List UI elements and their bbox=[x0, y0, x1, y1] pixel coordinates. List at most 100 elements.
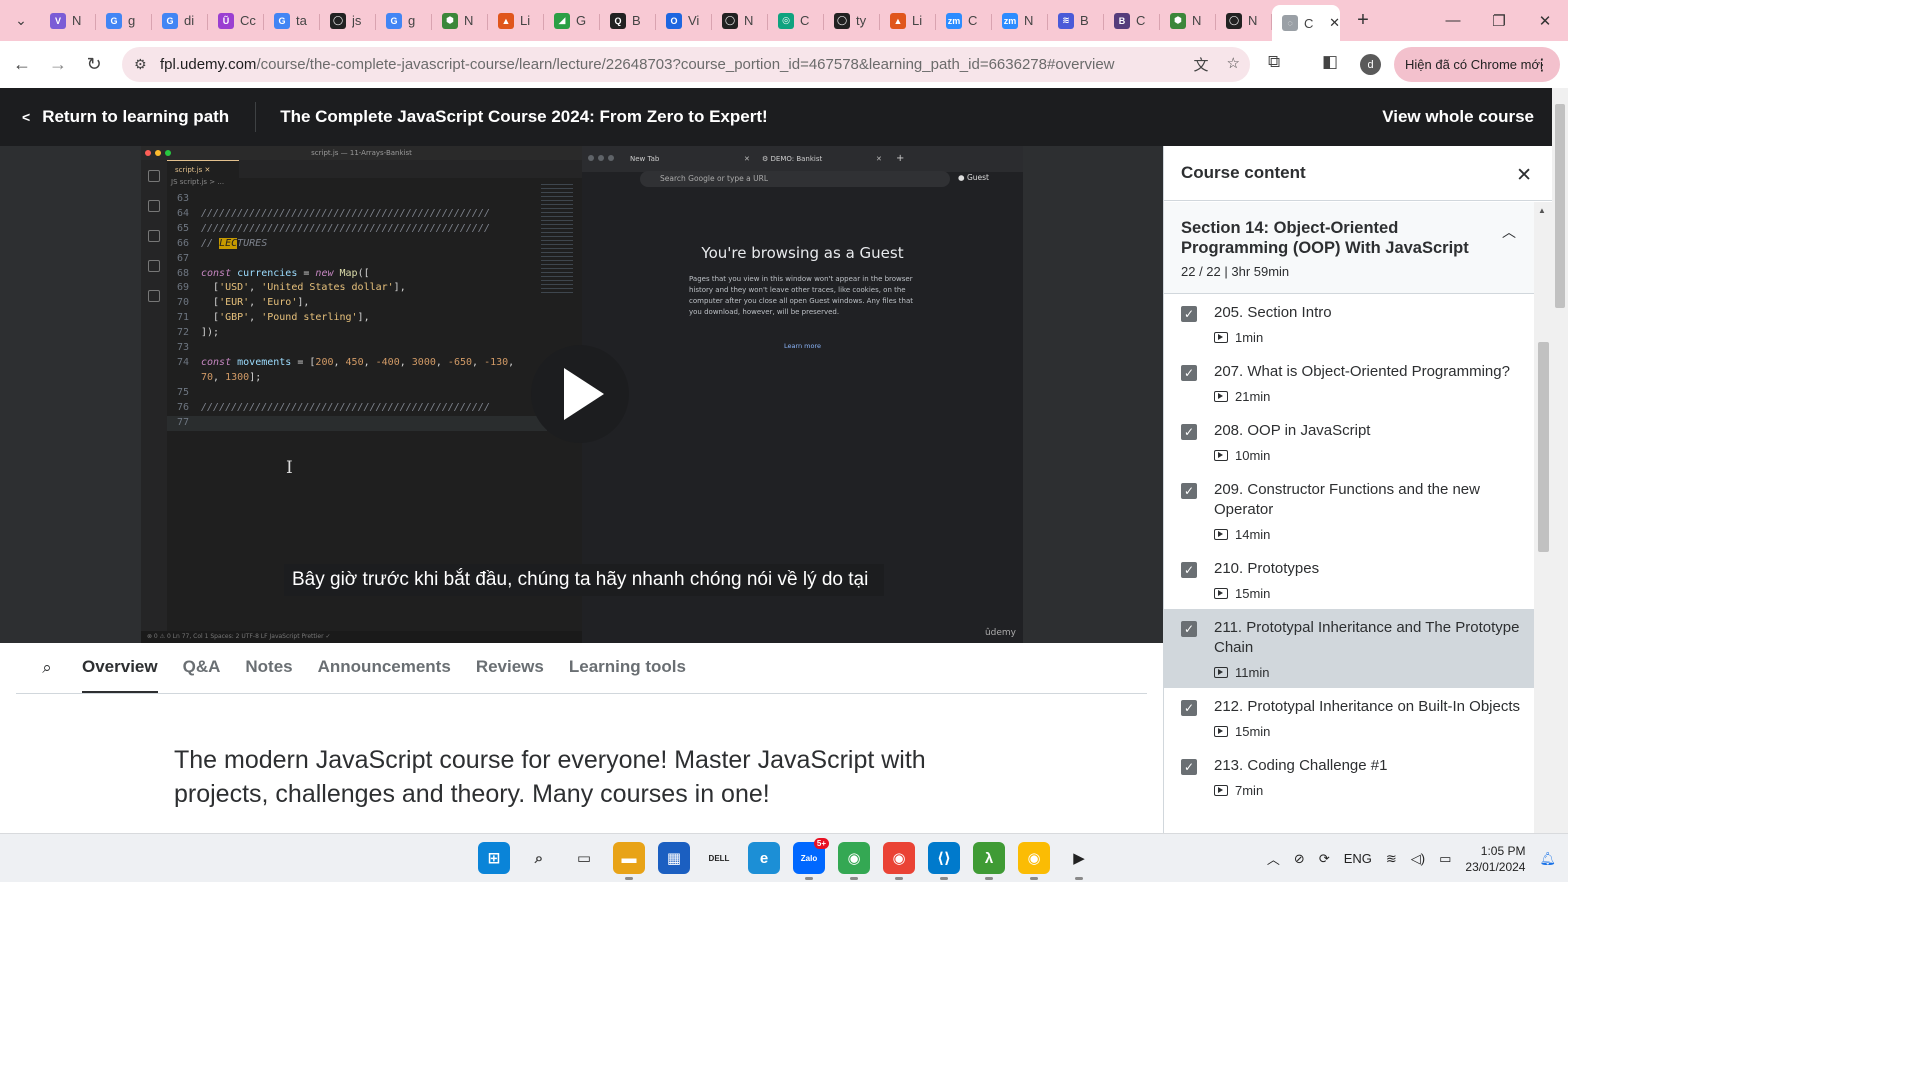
completed-checkbox[interactable]: ✓ bbox=[1181, 306, 1197, 322]
tab-announcements[interactable]: Announcements bbox=[318, 643, 451, 693]
browser-tab[interactable]: Gdi bbox=[152, 5, 208, 37]
section-header[interactable]: Section 14: Object-Oriented Programming … bbox=[1164, 202, 1534, 294]
chrome-profile-2-icon[interactable]: ◉ bbox=[883, 842, 915, 880]
lecture-item[interactable]: ✓ 212. Prototypal Inheritance on Built-In… bbox=[1164, 688, 1534, 747]
browser-tab[interactable]: ◯ N bbox=[1216, 5, 1272, 37]
active-tab[interactable]: ◌ C ✕ bbox=[1272, 5, 1340, 41]
search-icon[interactable]: ⌕ bbox=[523, 842, 555, 874]
reload-icon[interactable]: ↻ bbox=[76, 54, 112, 75]
browser-tab[interactable]: zm C bbox=[936, 5, 992, 37]
back-arrow-icon[interactable]: ← bbox=[4, 54, 40, 75]
play-button[interactable] bbox=[531, 345, 629, 443]
tab-learning-tools[interactable]: Learning tools bbox=[569, 643, 686, 693]
sidebar-scroll-thumb[interactable] bbox=[1538, 342, 1549, 552]
search-icon[interactable]: ⌕ bbox=[16, 643, 78, 693]
bookmark-star-icon[interactable]: ☆ bbox=[1227, 54, 1240, 75]
media-player-icon[interactable]: ▶ bbox=[1063, 842, 1095, 880]
forward-arrow-icon[interactable]: → bbox=[40, 54, 76, 75]
clock[interactable]: 1:05 PM 23/01/2024 bbox=[1465, 843, 1525, 875]
browser-tab[interactable]: ⬢ N bbox=[432, 5, 488, 37]
video-player[interactable]: script.js — 11-Arrays-Bankist script.js … bbox=[0, 146, 1163, 643]
minimize-button[interactable]: — bbox=[1430, 0, 1476, 41]
browser-tab[interactable]: ◯ js bbox=[320, 5, 376, 37]
translate-icon[interactable]: 文 bbox=[1194, 54, 1209, 75]
browser-tab[interactable]: Gg bbox=[376, 5, 432, 37]
chrome-update-button[interactable]: Hiện đã có Chrome mới ⋮ bbox=[1394, 47, 1560, 82]
close-sidebar-icon[interactable]: ✕ bbox=[1516, 164, 1532, 187]
side-panel-icon[interactable]: ◧ bbox=[1322, 52, 1338, 72]
app-green-icon[interactable]: λ bbox=[973, 842, 1005, 880]
completed-checkbox[interactable]: ✓ bbox=[1181, 621, 1197, 637]
browser-tab[interactable]: ⬢ N bbox=[1160, 5, 1216, 37]
lecture-item[interactable]: ✓ 210. Prototypes 15min bbox=[1164, 550, 1534, 609]
browser-tab[interactable]: ≋ B bbox=[1048, 5, 1104, 37]
task-view-icon[interactable]: ▭ bbox=[568, 842, 600, 874]
return-to-learning-path-link[interactable]: < Return to learning path bbox=[22, 107, 229, 127]
lecture-item[interactable]: ✓ 211. Prototypal Inheritance and The Pro… bbox=[1164, 609, 1534, 688]
site-info-icon[interactable]: ⚙ bbox=[134, 56, 156, 73]
language-indicator[interactable]: ENG bbox=[1344, 851, 1372, 866]
browser-tab[interactable]: ◯ N bbox=[712, 5, 768, 37]
browser-tab[interactable]: ◢ G bbox=[544, 5, 600, 37]
lecture-item[interactable]: ✓ 207. What is Object-Oriented Programmin… bbox=[1164, 353, 1534, 412]
chrome-profile-1-icon[interactable]: ◉ bbox=[838, 842, 870, 880]
browser-tab[interactable]: QB bbox=[600, 5, 656, 37]
guest-tab-close-icon: ✕ bbox=[744, 155, 750, 163]
browser-tab[interactable]: ▲ Li bbox=[488, 5, 544, 37]
completed-checkbox[interactable]: ✓ bbox=[1181, 700, 1197, 716]
network-warning-icon[interactable]: ⊘ bbox=[1294, 851, 1305, 867]
completed-checkbox[interactable]: ✓ bbox=[1181, 759, 1197, 775]
browser-tab[interactable]: ◎ C bbox=[768, 5, 824, 37]
extensions-puzzle-icon[interactable]: ⧉ bbox=[1268, 52, 1280, 72]
scroll-up-arrow-icon[interactable]: ▲ bbox=[1538, 206, 1546, 215]
edge-icon[interactable]: e bbox=[748, 842, 780, 874]
lecture-item[interactable]: ✓ 209. Constructor Functions and the new … bbox=[1164, 471, 1534, 550]
sidebar-scrollbar[interactable]: ▲ bbox=[1534, 202, 1552, 833]
page-scrollbar[interactable] bbox=[1552, 88, 1568, 833]
tab-search-chevron-icon[interactable]: ⌄ bbox=[6, 6, 36, 36]
windows-start-icon[interactable]: ⊞ bbox=[478, 842, 510, 874]
maximize-button[interactable]: ❐ bbox=[1476, 0, 1522, 41]
tab-overview[interactable]: Overview bbox=[82, 643, 158, 693]
tab-reviews[interactable]: Reviews bbox=[476, 643, 544, 693]
browser-tab[interactable]: Gta bbox=[264, 5, 320, 37]
browser-tab[interactable]: ▲ Li bbox=[880, 5, 936, 37]
store-icon[interactable]: ▦ bbox=[658, 842, 690, 874]
wifi-icon[interactable]: ≋ bbox=[1386, 851, 1397, 867]
sync-icon[interactable]: ⟳ bbox=[1319, 851, 1330, 867]
tab-q-a[interactable]: Q&A bbox=[183, 643, 221, 693]
close-window-button[interactable]: ✕ bbox=[1522, 0, 1568, 41]
dell-icon[interactable]: DELL bbox=[703, 842, 735, 874]
lecture-item[interactable]: ✓ 213. Coding Challenge #1 7min bbox=[1164, 747, 1534, 806]
browser-tab[interactable]: VN bbox=[40, 5, 96, 37]
page-scroll-thumb[interactable] bbox=[1555, 104, 1565, 308]
vscode-icon[interactable]: ⟨⟩ bbox=[928, 842, 960, 880]
chrome-profile-3-icon[interactable]: ◉ bbox=[1018, 842, 1050, 880]
completed-checkbox[interactable]: ✓ bbox=[1181, 424, 1197, 440]
menu-dots-icon[interactable]: ⋮ bbox=[1534, 55, 1550, 75]
browser-tab[interactable]: O Vi bbox=[656, 5, 712, 37]
completed-checkbox[interactable]: ✓ bbox=[1181, 562, 1197, 578]
browser-tab[interactable]: ◯ ty bbox=[824, 5, 880, 37]
browser-tab[interactable]: BC bbox=[1104, 5, 1160, 37]
volume-icon[interactable]: ◁) bbox=[1411, 851, 1425, 867]
completed-checkbox[interactable]: ✓ bbox=[1181, 483, 1197, 499]
file-explorer-icon[interactable]: ▬ bbox=[613, 842, 645, 880]
new-tab-button[interactable]: + bbox=[1348, 9, 1378, 32]
notification-bell-icon[interactable]: 🔔︎ bbox=[1539, 851, 1556, 867]
tab-notes[interactable]: Notes bbox=[245, 643, 292, 693]
address-bar[interactable]: ⚙ fpl.udemy.com/course/the-complete-java… bbox=[122, 47, 1250, 82]
view-whole-course-link[interactable]: View whole course bbox=[1382, 107, 1534, 127]
zalo-icon[interactable]: Zalo 5+ bbox=[793, 838, 829, 880]
lecture-item[interactable]: ✓ 208. OOP in JavaScript 10min bbox=[1164, 412, 1534, 471]
browser-tab[interactable]: Ũ Cc bbox=[208, 5, 264, 37]
profile-avatar[interactable]: d bbox=[1360, 54, 1381, 75]
url-text[interactable]: fpl.udemy.com/course/the-complete-javasc… bbox=[160, 56, 1170, 73]
browser-tab[interactable]: Gg bbox=[96, 5, 152, 37]
browser-tab[interactable]: zm N bbox=[992, 5, 1048, 37]
close-tab-icon[interactable]: ✕ bbox=[1329, 15, 1340, 31]
lecture-item[interactable]: ✓ 205. Section Intro 1min bbox=[1164, 294, 1534, 353]
completed-checkbox[interactable]: ✓ bbox=[1181, 365, 1197, 381]
chevron-up-icon[interactable]: ︿ bbox=[1267, 849, 1280, 868]
battery-icon[interactable]: ▭ bbox=[1439, 851, 1451, 867]
